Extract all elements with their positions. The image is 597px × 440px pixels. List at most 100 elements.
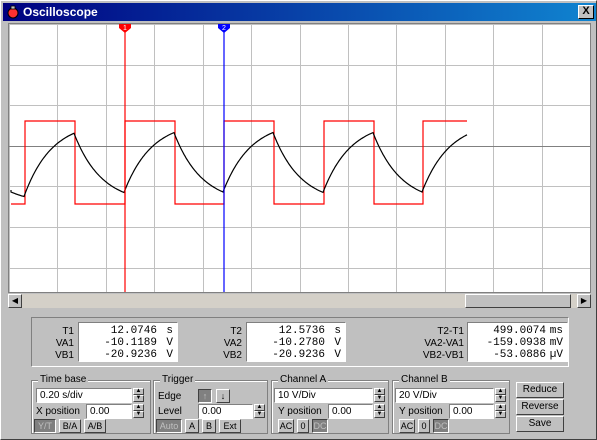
channel-b-scale-spinner[interactable]: ▲ ▼ — [495, 388, 506, 403]
yt-mode-button[interactable]: Y/T — [34, 419, 56, 433]
channel-a-scale-spinner[interactable]: ▲ ▼ — [374, 388, 385, 403]
spin-up-icon[interactable]: ▲ — [495, 404, 506, 411]
spin-up-icon[interactable]: ▲ — [133, 388, 144, 395]
spin-down-icon[interactable]: ▼ — [254, 411, 265, 418]
channel-a-ac-button[interactable]: AC — [278, 419, 294, 433]
spin-up-icon[interactable]: ▲ — [254, 404, 265, 411]
scope-display[interactable]: 1 2 — [8, 23, 591, 293]
title-bar[interactable]: Oscilloscope X — [3, 3, 596, 21]
reverse-button[interactable]: Reverse — [516, 399, 564, 415]
channel-b-ypos-spinner[interactable]: ▲ ▼ — [495, 404, 506, 419]
spin-up-icon[interactable]: ▲ — [495, 388, 506, 395]
cursor-2-handle[interactable]: 2 — [218, 24, 230, 33]
channel-b-group: Channel B 20 V/Div ▲ ▼ Y position 0.00 ▲ ▼… — [392, 374, 510, 434]
trigger-level-spinner[interactable]: ▲ ▼ — [254, 404, 265, 419]
timebase-scale-spinner[interactable]: ▲ ▼ — [133, 388, 144, 403]
edge-label: Edge — [158, 391, 182, 402]
channel-a-zero-button[interactable]: 0 — [297, 419, 309, 433]
vb2-value: -20.9236 — [272, 349, 325, 361]
dt-label: T2-T1 — [437, 326, 464, 337]
x-position-field[interactable]: 0.00 — [86, 404, 132, 419]
trigger-a-button[interactable]: A — [185, 419, 199, 433]
scroll-thumb[interactable] — [465, 294, 571, 308]
timebase-title: Time base — [38, 374, 89, 385]
channel-b-scale-field[interactable]: 20 V/Div — [395, 388, 494, 403]
cursor-2-label: 2 — [222, 25, 226, 32]
scope-grid — [9, 24, 591, 292]
trigger-auto-button[interactable]: Auto — [156, 419, 182, 433]
trigger-ext-button[interactable]: Ext — [219, 419, 241, 433]
channel-b-ac-button[interactable]: AC — [399, 419, 415, 433]
va2-label: VA2 — [223, 338, 242, 349]
t1-label: T1 — [62, 326, 74, 337]
spin-down-icon[interactable]: ▼ — [374, 395, 385, 402]
vb2-unit: V — [334, 349, 341, 361]
dt-value: 499.0074 — [493, 325, 546, 337]
oscilloscope-window: Oscilloscope X 1 2 ◀ ▶ T1 VA1 VB1 12.074… — [0, 0, 597, 440]
timebase-group: Time base 0.20 s/div ▲ ▼ X position 0.00 … — [31, 374, 151, 434]
cursor-1-label: 1 — [123, 25, 127, 32]
spin-down-icon[interactable]: ▼ — [133, 395, 144, 402]
channel-b-ypos-label: Y position — [399, 406, 443, 417]
falling-edge-icon[interactable]: ↓ — [216, 389, 230, 403]
window-title: Oscilloscope — [23, 5, 98, 19]
ba-mode-button[interactable]: B/A — [59, 419, 81, 433]
trigger-group: Trigger Edge ↑ ↓ Level 0.00 ▲ ▼ Auto A B … — [153, 374, 268, 434]
channel-a-trace — [11, 120, 467, 205]
spin-up-icon[interactable]: ▲ — [133, 404, 144, 411]
cursor-1-handle[interactable]: 1 — [119, 24, 131, 33]
dvb-label: VB2-VB1 — [422, 350, 464, 361]
vb1-value: -20.9236 — [104, 349, 157, 361]
spin-down-icon[interactable]: ▼ — [133, 411, 144, 418]
t2-unit: s — [334, 325, 341, 337]
dva-unit: mV — [549, 337, 563, 349]
channel-a-ypos-spinner[interactable]: ▲ ▼ — [374, 404, 385, 419]
level-label: Level — [158, 406, 182, 417]
horizontal-scrollbar[interactable]: ◀ ▶ — [8, 294, 591, 308]
va1-label: VA1 — [55, 338, 74, 349]
va2-unit: V — [334, 337, 341, 349]
t1-value: 12.0746 — [110, 325, 157, 337]
cursor-readout-panel: T1 VA1 VB1 12.0746 s -10.1189 V -20.9236 V … — [31, 317, 569, 367]
x-position-label: X position — [36, 406, 80, 417]
save-button[interactable]: Save — [516, 416, 564, 432]
rising-edge-icon[interactable]: ↑ — [198, 389, 212, 403]
spin-down-icon[interactable]: ▼ — [495, 395, 506, 402]
trigger-b-button[interactable]: B — [202, 419, 216, 433]
t2-value: 12.5736 — [278, 325, 325, 337]
scroll-right-icon[interactable]: ▶ — [577, 294, 591, 308]
va2-value: -10.2780 — [272, 337, 325, 349]
channel-b-zero-button[interactable]: 0 — [418, 419, 430, 433]
scroll-left-icon[interactable]: ◀ — [8, 294, 22, 308]
oscilloscope-app-icon — [7, 5, 19, 19]
vb1-unit: V — [166, 349, 173, 361]
channel-a-ypos-field[interactable]: 0.00 — [328, 404, 373, 419]
x-position-spinner[interactable]: ▲ ▼ — [133, 404, 144, 419]
spin-up-icon[interactable]: ▲ — [374, 404, 385, 411]
close-button[interactable]: X — [578, 5, 594, 19]
vb2-label: VB2 — [223, 350, 242, 361]
channel-a-scale-field[interactable]: 10 V/Div — [274, 388, 373, 403]
vb1-label: VB1 — [55, 350, 74, 361]
dva-label: VA2-VA1 — [424, 338, 464, 349]
spin-down-icon[interactable]: ▼ — [495, 411, 506, 418]
channel-a-group: Channel A 10 V/Div ▲ ▼ Y position 0.00 ▲ ▼… — [271, 374, 389, 434]
channel-b-title: Channel B — [399, 374, 450, 385]
ab-mode-button[interactable]: A/B — [84, 419, 106, 433]
dvb-unit: µV — [549, 349, 563, 361]
channel-b-dc-button[interactable]: DC — [433, 419, 449, 433]
delta-values: 499.0074 ms -159.0938 mV -53.0886 µV — [467, 322, 568, 362]
va1-value: -10.1189 — [104, 337, 157, 349]
scope-screen: 1 2 — [9, 24, 591, 292]
dvb-value: -53.0886 — [493, 349, 546, 361]
reduce-button[interactable]: Reduce — [516, 382, 564, 398]
channel-a-dc-button[interactable]: DC — [312, 419, 328, 433]
spin-up-icon[interactable]: ▲ — [374, 388, 385, 395]
channel-b-ypos-field[interactable]: 0.00 — [449, 404, 494, 419]
t1-unit: s — [166, 325, 173, 337]
t2-label: T2 — [230, 326, 242, 337]
timebase-scale-field[interactable]: 0.20 s/div — [36, 388, 132, 403]
spin-down-icon[interactable]: ▼ — [374, 411, 385, 418]
trigger-level-field[interactable]: 0.00 — [198, 404, 253, 419]
dt-unit: ms — [549, 325, 563, 337]
